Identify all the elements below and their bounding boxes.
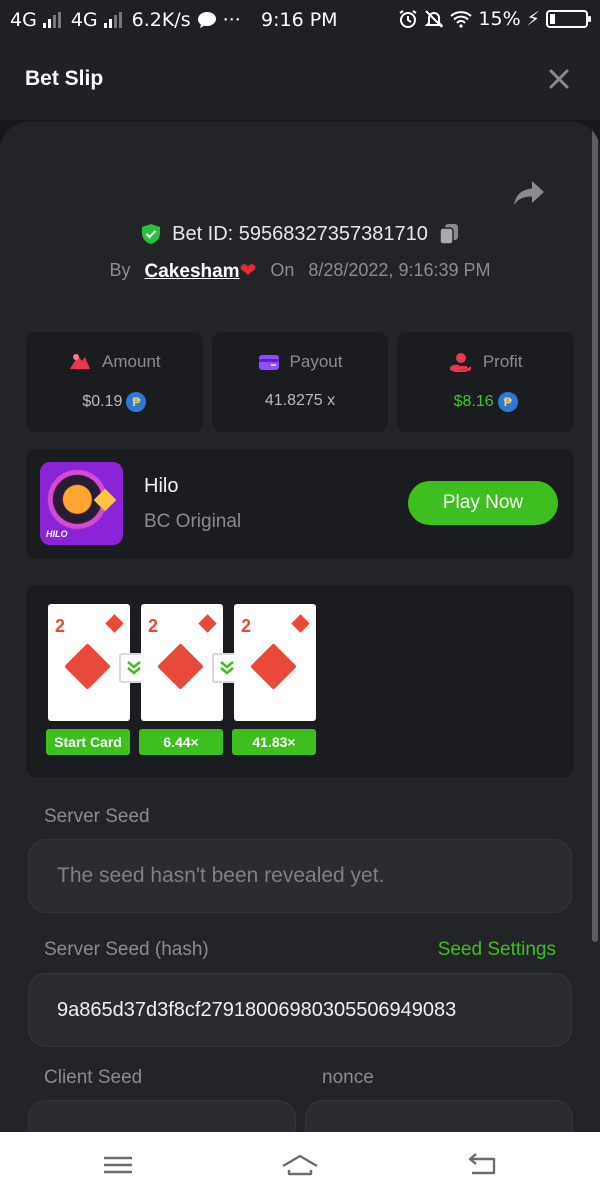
game-name: Hilo [144, 475, 179, 497]
diamond-icon [64, 643, 111, 690]
bet-author-row: By Cakesham❤ On 8/28/2022, 9:16:39 PM [0, 258, 600, 283]
bet-id: Bet ID: 59568327357381710 [172, 222, 428, 245]
server-seed-field: The seed hasn't been revealed yet. [28, 839, 572, 913]
diamond-icon [105, 614, 124, 633]
copy-icon[interactable] [438, 222, 460, 246]
menu-icon[interactable] [98, 1150, 138, 1180]
amount-label: Amount [102, 352, 161, 371]
server-seed-hash-label: Server Seed (hash) [44, 939, 209, 960]
chat-bubble-icon [197, 12, 216, 28]
hilo-cards: 2 2 2 Start Card 6.44× 41.83× [26, 585, 574, 777]
signal-icon [42, 12, 61, 28]
amount-icon [70, 354, 91, 369]
bet-date: 8/28/2022, 9:16:39 PM [308, 260, 491, 280]
card-rank: 2 [55, 616, 66, 636]
system-nav-bar [0, 1132, 600, 1200]
server-seed-label: Server Seed [44, 806, 150, 827]
game-provider: BC Original [144, 511, 242, 532]
play-now-button[interactable]: Play Now [408, 481, 558, 525]
heart-icon: ❤ [239, 260, 257, 282]
stat-payout: Payout 41.8275 x [211, 332, 389, 432]
hi-lo-badge-icon [93, 488, 117, 512]
card-rank: 2 [241, 616, 252, 636]
card-multiplier-label: 6.44× [139, 729, 223, 755]
home-icon[interactable] [280, 1150, 320, 1180]
profit-label: Profit [482, 352, 523, 371]
stat-amount: Amount $0.19 ₱ [26, 332, 203, 432]
battery-icon [546, 10, 591, 28]
profit-value: $8.16 [453, 393, 494, 410]
clock: 9:16 PM [261, 9, 338, 31]
network-speed: 6.2K/s [131, 9, 191, 31]
signal-icon-2 [103, 12, 122, 28]
payout-icon [258, 355, 279, 370]
share-icon[interactable] [512, 178, 546, 208]
bet-stats: Amount $0.19 ₱ Payout 41.8275 x Profit $… [26, 332, 575, 432]
alarm-icon [399, 10, 417, 28]
verified-shield-icon [142, 224, 161, 244]
bet-id-row: Bet ID: 59568327357381710 [0, 222, 600, 246]
diamond-icon [250, 643, 297, 690]
back-icon[interactable] [462, 1150, 502, 1180]
server-seed-hash-field[interactable]: 9a865d37d3f8cf27918006980305506949083 [28, 973, 572, 1047]
diamond-icon [198, 614, 217, 633]
page-title: Bet Slip [25, 67, 104, 90]
charging-icon: ⚡ [526, 8, 540, 30]
network-type-2: 4G [70, 9, 98, 31]
stat-profit: Profit $8.16 ₱ [397, 332, 575, 432]
profit-icon [449, 353, 471, 372]
playing-card: 2 [48, 604, 130, 721]
status-bar: 4G 4G 6.2K/s ··· 9:16 PM 15% ⚡ [0, 0, 600, 40]
playing-card: 2 [141, 604, 223, 721]
card-multiplier-label: Start Card [46, 729, 130, 755]
on-label: On [270, 260, 295, 280]
more-notifications: ··· [222, 9, 241, 31]
hilo-game-thumbnail[interactable]: HILO [40, 462, 123, 545]
payout-value: 41.8275 x [264, 392, 336, 409]
client-seed-label: Client Seed [44, 1067, 143, 1088]
card-rank: 2 [148, 616, 159, 636]
diamond-icon [157, 643, 204, 690]
thumb-label: HILO [46, 529, 68, 539]
peso-coin-icon: ₱ [497, 392, 518, 412]
author-link[interactable]: Cakesham❤ [145, 258, 257, 283]
close-icon[interactable] [546, 66, 572, 92]
bet-slip-header: Bet Slip [0, 40, 600, 120]
amount-value: $0.19 [82, 393, 123, 410]
peso-coin-icon: ₱ [126, 392, 147, 412]
nonce-label: nonce [322, 1067, 374, 1088]
seed-settings-link[interactable]: Seed Settings [438, 939, 556, 961]
card-multiplier-label: 41.83× [232, 729, 316, 755]
battery-percent: 15% [478, 8, 521, 30]
client-seed-field[interactable] [28, 1100, 296, 1132]
bet-slip-panel: Bet ID: 59568327357381710 By Cakesham❤ O… [0, 122, 600, 1132]
payout-label: Payout [289, 352, 343, 371]
nonce-field[interactable] [305, 1100, 573, 1132]
network-type-1: 4G [10, 9, 37, 31]
playing-card: 2 [234, 604, 316, 721]
game-card: HILO Hilo BC Original Play Now [26, 449, 574, 559]
wifi-icon [450, 11, 473, 28]
by-label: By [109, 260, 131, 280]
diamond-icon [291, 614, 310, 633]
mute-bell-icon [425, 10, 444, 28]
